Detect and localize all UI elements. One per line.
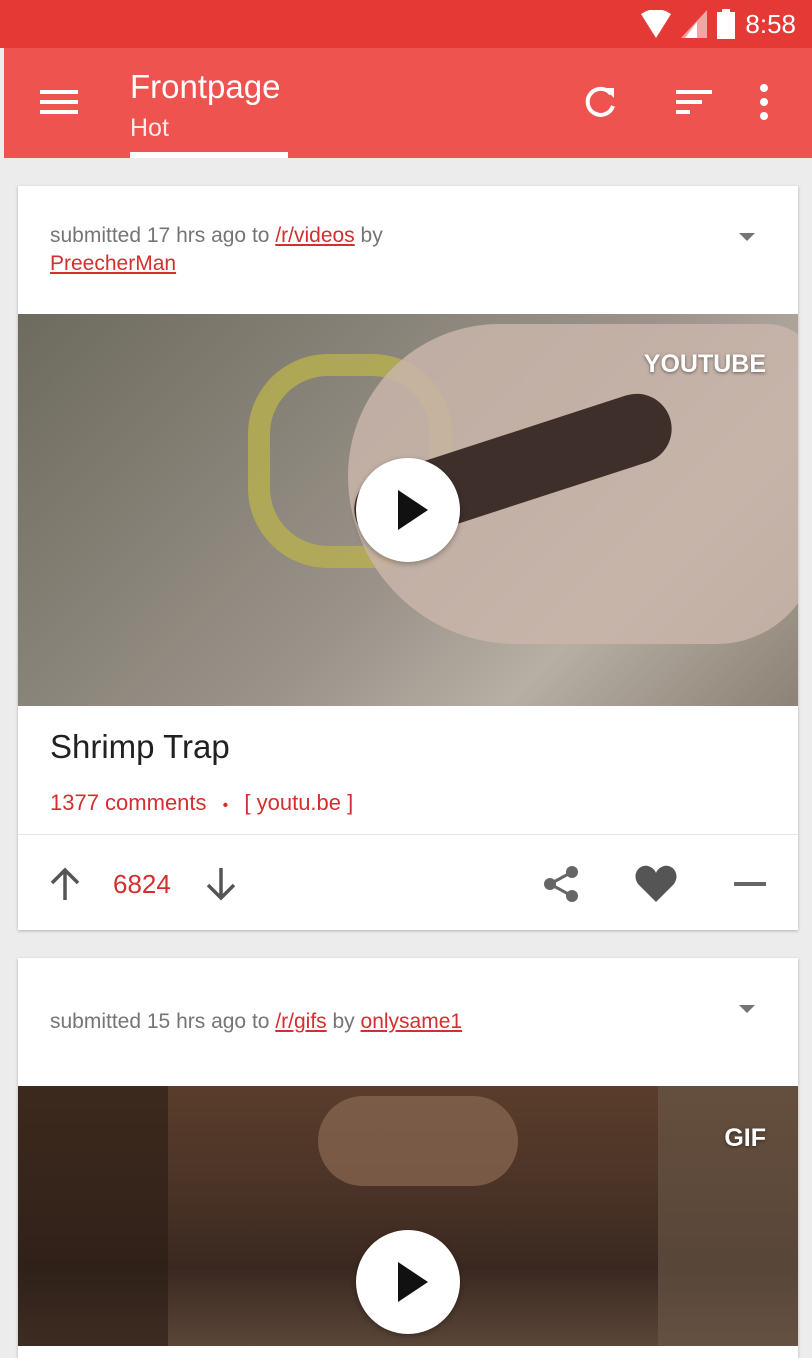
dropdown-arrow-icon[interactable] — [736, 998, 758, 1020]
subreddit-link[interactable]: /r/videos — [275, 224, 354, 247]
play-button[interactable] — [356, 1230, 460, 1334]
share-icon[interactable] — [542, 864, 582, 904]
author-link[interactable]: PreecherMan — [50, 252, 176, 275]
page-title: Frontpage — [130, 68, 281, 105]
menu-icon[interactable] — [40, 86, 80, 118]
submitted-text: submitted 15 hrs ago to — [50, 1010, 276, 1033]
thumbnail-detail — [318, 1096, 518, 1186]
app-toolbar: Frontpage Hot — [4, 48, 812, 158]
upvote-icon[interactable] — [48, 866, 82, 902]
tab-indicator — [130, 152, 288, 158]
by-text: by — [354, 224, 383, 247]
post-card[interactable]: submitted 15 hrs ago to /r/gifs by onlys… — [18, 958, 798, 1358]
status-icons: 8:58 — [641, 8, 796, 40]
video-thumbnail[interactable]: YOUTUBE — [18, 314, 798, 706]
post-title[interactable]: Shrimp Trap — [50, 728, 230, 766]
gif-thumbnail[interactable]: GIF — [18, 1086, 798, 1346]
score: 6824 — [113, 869, 171, 899]
status-bar: 8:58 — [0, 0, 812, 48]
thumbnail-detail — [18, 1086, 168, 1346]
source-badge: YOUTUBE — [643, 350, 766, 378]
post-meta: submitted 15 hrs ago to /r/gifs by onlys… — [50, 1008, 462, 1036]
post-card[interactable]: submitted 17 hrs ago to /r/videos by Pre… — [18, 186, 798, 930]
dropdown-arrow-icon[interactable] — [736, 226, 758, 248]
by-text: by — [326, 1010, 361, 1033]
source-badge: GIF — [724, 1124, 766, 1152]
battery-icon — [717, 9, 736, 39]
author-link[interactable]: onlysame1 — [361, 1010, 463, 1033]
separator-dot: • — [222, 797, 229, 814]
domain-link[interactable]: [ youtu.be ] — [244, 790, 353, 815]
comments-link[interactable]: 1377 comments — [50, 790, 207, 815]
hide-icon[interactable] — [734, 880, 766, 888]
post-meta: submitted 17 hrs ago to /r/videos by Pre… — [50, 222, 383, 278]
play-button[interactable] — [356, 458, 460, 562]
submitted-text: submitted 17 hrs ago to — [50, 224, 276, 247]
sort-icon[interactable] — [674, 82, 714, 122]
status-time: 8:58 — [745, 8, 796, 39]
downvote-icon[interactable] — [204, 866, 238, 902]
favorite-icon[interactable] — [634, 864, 678, 904]
more-vert-icon[interactable] — [744, 82, 784, 122]
subreddit-link[interactable]: /r/gifs — [275, 1010, 326, 1033]
sort-tab-hot[interactable]: Hot — [130, 114, 169, 143]
post-info: 1377 comments • [ youtu.be ] — [50, 790, 353, 816]
wifi-icon — [641, 10, 672, 38]
divider — [18, 834, 798, 835]
refresh-icon[interactable] — [580, 82, 620, 122]
signal-icon — [681, 10, 708, 38]
